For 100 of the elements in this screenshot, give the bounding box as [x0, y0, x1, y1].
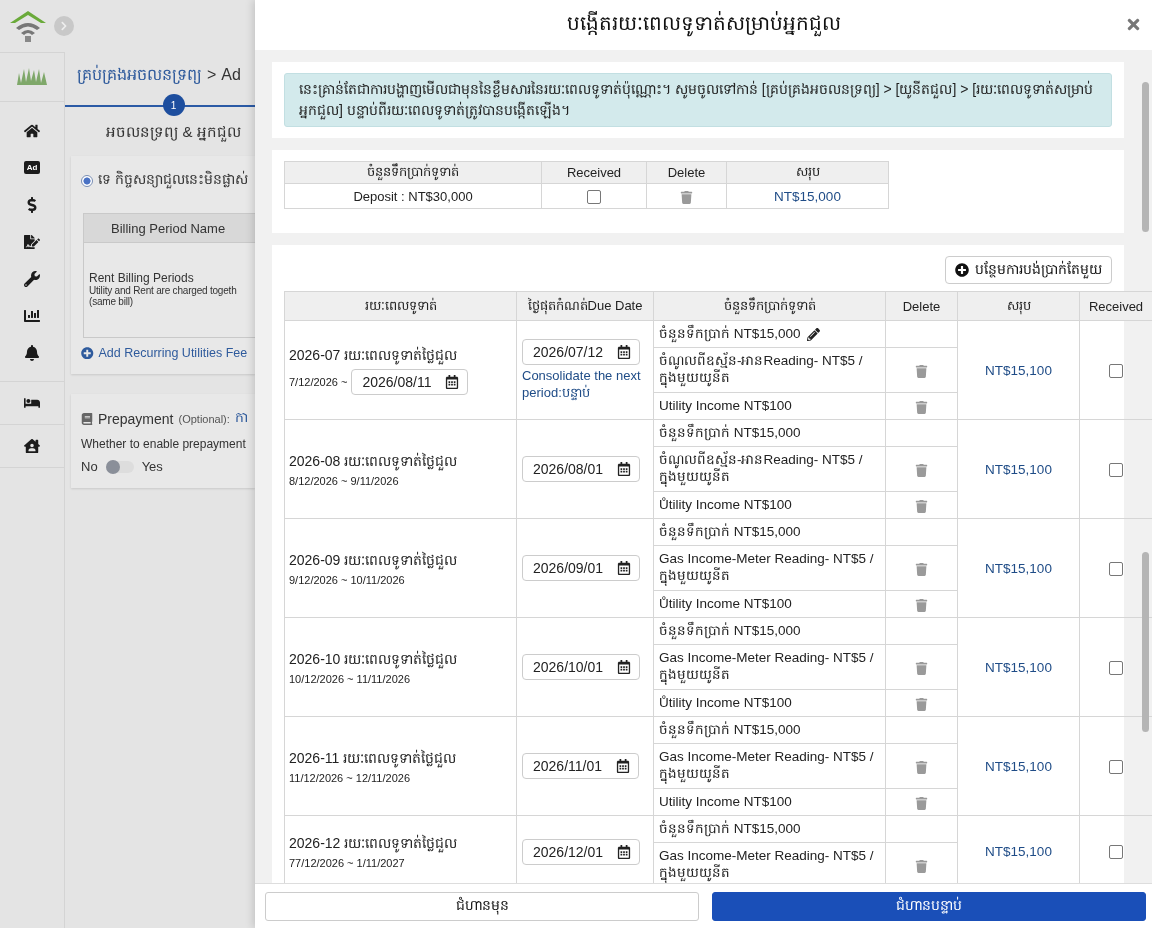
plus-icon: [81, 346, 94, 360]
calendar-icon[interactable]: [617, 561, 632, 575]
trash-icon[interactable]: [915, 796, 928, 810]
step-label: អចលនទ្រព្យ & អ្នកជួល: [106, 122, 241, 144]
checkbox[interactable]: [1109, 845, 1123, 860]
total-amount: NT$15,100: [985, 758, 1052, 774]
checkbox[interactable]: [587, 189, 601, 204]
trash-icon[interactable]: [680, 190, 693, 204]
period-name: 2026-12 រយៈពេលទូទាត់ថ្លៃជួល: [289, 834, 459, 855]
section-title: Prepayment: [98, 410, 174, 427]
calendar-icon[interactable]: [617, 462, 632, 476]
checkbox[interactable]: [1109, 759, 1123, 774]
period-name: 2026-07 រយៈពេលទូទាត់ថ្លៃជួល: [289, 345, 459, 367]
logo[interactable]: [8, 9, 48, 43]
checkbox[interactable]: [1109, 462, 1123, 477]
consolidate-link[interactable]: Consolidate the next period:បន្ទាប់: [522, 368, 648, 401]
trash-icon[interactable]: [915, 562, 928, 576]
date-range: 11/12/2026 ~ 12/11/2026: [289, 771, 410, 784]
payment-item: Gas Income-Meter Reading- NT$5 / ក្នុងមួយយូនីត: [659, 848, 880, 882]
payment-item: Gas Income-Meter Reading- NT$5 / ក្នុងមួយយូនីត: [659, 749, 880, 783]
document-icon: [81, 412, 93, 425]
period-name: 2026-10 រយៈពេលទូទាត់ថ្លៃជួល: [289, 649, 459, 671]
date-field[interactable]: 2026/12/01: [522, 838, 641, 865]
billing-period-title: Rent Billing Periods: [89, 271, 195, 285]
payment-item: ចំនួនទឹកប្រាក់ NT$15,000: [659, 622, 801, 640]
total-amount: NT$15,000: [774, 188, 841, 204]
radio-button[interactable]: [81, 174, 93, 187]
calendar-icon[interactable]: [617, 660, 632, 674]
date-field[interactable]: 2026/08/11: [351, 368, 469, 395]
calendar-icon[interactable]: [617, 844, 632, 859]
optional-label: (Optional):: [178, 412, 230, 425]
payment-item: Ůtility Income NT$100: [659, 595, 792, 613]
prepayment-link[interactable]: កា: [234, 408, 248, 429]
column-header: សរុប: [795, 164, 820, 179]
period-name: 2026-08 រយៈពេលទូទាត់ថ្លៃជួល: [289, 451, 459, 473]
add-payment-button[interactable]: បន្ថែមការបង់ប្រាក់តែមួយ: [945, 256, 1112, 284]
trash-icon[interactable]: [915, 364, 928, 378]
date-field[interactable]: 2026/09/01: [522, 555, 641, 581]
radio-label: ទេ កិច្ចសន្យាជួលនេះមិនផ្លាស់: [98, 170, 248, 191]
checkbox[interactable]: [1109, 660, 1123, 675]
add-fee-link[interactable]: Add Recurring Utilities Fee: [81, 346, 255, 360]
column-header: ចំនួនទឹកប្រាក់ទូទាត់: [367, 164, 459, 179]
payment-item: Ůtility Income NT$100: [659, 496, 792, 514]
period-name: 2026-09 រយៈពេលទូទាត់ថ្លៃជួល: [289, 550, 459, 572]
breadcrumb-current: Ad: [221, 66, 241, 84]
payment-item: ចំនួនទឹកប្រាក់ NT$15,000: [659, 820, 801, 838]
breadcrumb-link[interactable]: គ្រប់គ្រងអចលនទ្រព្យ: [77, 64, 202, 88]
date-range: 10/12/2026 ~ 11/11/2026: [289, 672, 410, 685]
billing-period-note: (same bill): [89, 296, 134, 307]
date-field[interactable]: 2026/10/01: [522, 654, 641, 680]
calendar-icon[interactable]: [616, 759, 631, 773]
trash-icon[interactable]: [915, 400, 928, 414]
pencil-icon[interactable]: [806, 327, 820, 341]
payment-item: Utility Income NT$100: [659, 397, 792, 415]
payment-item: Gas Income-Meter Reading- NT$5 / ក្នុងមួយយូនីត: [659, 650, 880, 684]
trash-icon[interactable]: [915, 859, 928, 873]
total-amount: NT$15,100: [985, 362, 1052, 378]
payment-item: Gas Income-Meter Reading- NT$5 / ក្នុងមួយយូនីត: [659, 551, 880, 585]
breadcrumb-separator: >: [207, 66, 217, 84]
total-amount: NT$15,100: [985, 844, 1052, 859]
checkbox[interactable]: [1109, 363, 1123, 378]
payment-item: ចំណូលពីឧស្ម័ន-អានReading- NT$5 / ក្នុងមួយយូនីត: [659, 353, 880, 387]
date-range: 7/12/2026 ~: [289, 375, 348, 388]
chevron-right-icon: [59, 21, 69, 31]
date-range: 77/12/2026 ~ 1/11/2027: [289, 857, 405, 869]
date-field[interactable]: 2026/11/01: [522, 753, 640, 779]
date-field[interactable]: 2026/07/12: [522, 339, 641, 366]
calendar-icon[interactable]: [445, 374, 460, 389]
trash-icon[interactable]: [915, 697, 928, 711]
payment-item: ចំណូលពីឧស្ម័ន-អានReading- NT$5 / ក្នុងមួយយូនីត: [659, 452, 880, 486]
prepayment-toggle[interactable]: [105, 460, 134, 473]
prepayment-question: Whether to enable prepayment: [81, 437, 247, 451]
trash-icon[interactable]: [915, 463, 928, 477]
dialog-title: បង្កើតរយៈពេលទូទាត់សម្រាប់អ្នកជួល: [566, 10, 841, 40]
step-number[interactable]: 1: [162, 94, 185, 116]
total-amount: NT$15,100: [985, 461, 1052, 477]
trash-icon[interactable]: [915, 661, 928, 675]
column-header: Received: [1088, 298, 1144, 314]
column-header: រយៈពេលទូទាត់: [364, 297, 437, 313]
back-button[interactable]: ជំហានមុន: [265, 891, 699, 921]
date-field[interactable]: 2026/08/01: [522, 456, 641, 482]
next-button[interactable]: ជំហានបន្ទាប់: [712, 891, 1146, 921]
trash-icon[interactable]: [915, 499, 928, 513]
payment-item: ចំនួនទឹកប្រាក់ NT$15,000: [659, 325, 801, 343]
plus-icon: [955, 263, 969, 277]
trash-icon[interactable]: [915, 598, 928, 612]
total-amount: NT$15,100: [985, 560, 1052, 576]
payment-item: ចំនួនទឹកប្រាក់ NT$15,000: [659, 523, 801, 541]
column-header: Billing Period Name: [84, 214, 255, 243]
close-icon[interactable]: [1125, 16, 1142, 33]
checkbox[interactable]: [1109, 561, 1123, 576]
column-header: សរុប: [1006, 297, 1031, 313]
ad-icon[interactable]: Ad: [23, 161, 41, 174]
payment-item: ចំនួនទឹកប្រាក់ NT$15,000: [659, 721, 801, 739]
column-header: ថ្ងៃផុតកំណត់Due Date: [527, 297, 643, 313]
trash-icon[interactable]: [915, 760, 928, 774]
calendar-icon[interactable]: [617, 345, 632, 360]
toggle-on-label: Yes: [141, 459, 163, 474]
payment-item: ចំនួនទឹកប្រាក់ NT$15,000: [659, 424, 801, 442]
deposit-amount: Deposit : NT$30,000: [353, 188, 473, 204]
